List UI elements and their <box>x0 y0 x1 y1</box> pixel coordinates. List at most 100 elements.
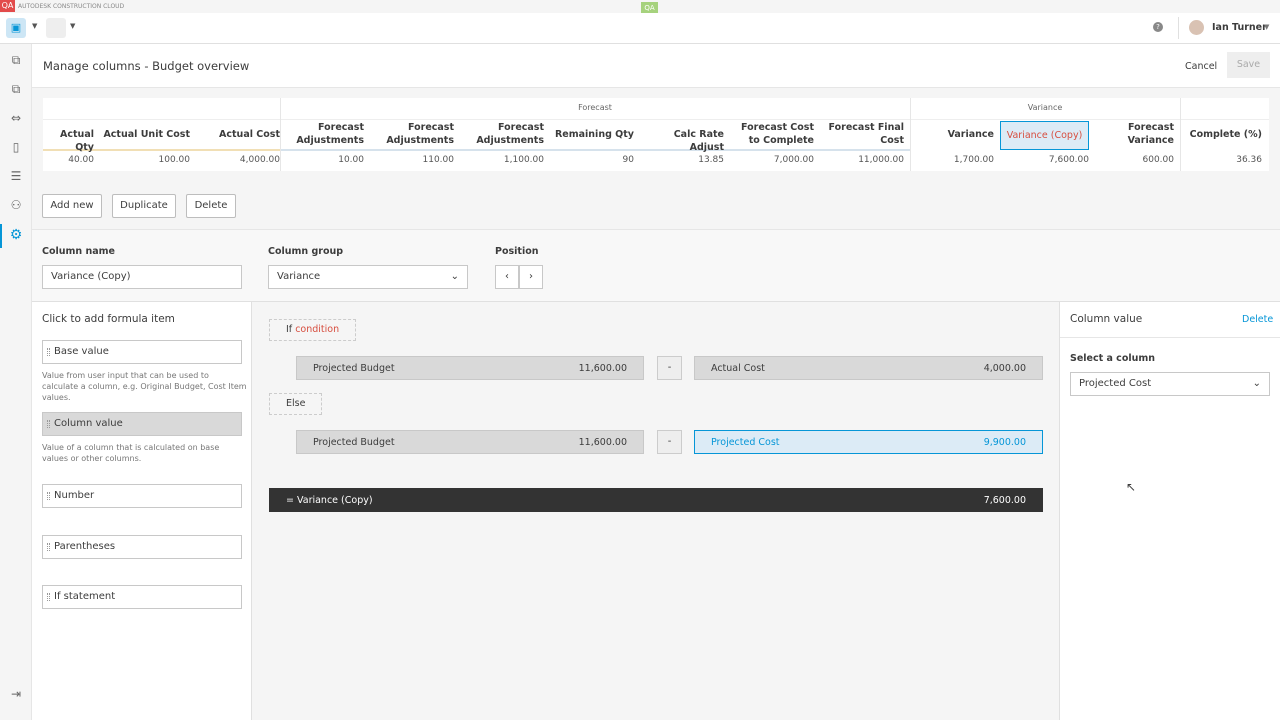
column-header[interactable]: Complete (%) <box>1180 128 1262 141</box>
condition-placeholder[interactable]: condition <box>295 324 339 335</box>
column-header[interactable]: Forecast Adjustments <box>370 121 454 147</box>
user-name[interactable]: Ian Turner <box>1212 22 1267 33</box>
column-header[interactable]: Actual Qty <box>43 128 94 154</box>
formula-result: = Variance (Copy) 7,600.00 <box>269 488 1043 512</box>
cell-value: 7,600.00 <box>1048 155 1089 165</box>
column-name-label: Column name <box>42 246 116 257</box>
code-file-icon[interactable]: ⇔ <box>8 110 24 126</box>
column-header[interactable]: Forecast Adjustments <box>280 121 364 147</box>
formula-item-actual-cost[interactable]: Actual Cost 4,000.00 <box>694 356 1043 380</box>
chevron-down-icon: ⌄ <box>450 271 459 282</box>
cell-value: 1,700.00 <box>953 155 994 165</box>
column-select-value: Projected Cost <box>1079 378 1152 389</box>
cancel-button[interactable]: Cancel <box>1185 61 1217 72</box>
panel-title: Column value <box>1070 313 1143 325</box>
palette-item-column-value[interactable]: Column value <box>42 412 242 436</box>
mouse-cursor: ↖ <box>1126 480 1137 494</box>
collapse-icon[interactable]: ⇥ <box>8 686 24 702</box>
minus-operator[interactable]: - <box>657 430 682 454</box>
column-header[interactable]: Variance (Copy) <box>1000 121 1089 150</box>
formula-item-projected-budget[interactable]: Projected Budget 11,600.00 <box>296 430 644 454</box>
cell-value: 11,000.00 <box>858 155 904 165</box>
duplicate-button[interactable]: Duplicate <box>112 194 176 218</box>
divider <box>1178 17 1179 39</box>
cell-value: 10.00 <box>338 155 364 165</box>
move-right-button[interactable]: › <box>519 265 543 289</box>
delete-button[interactable]: Delete <box>186 194 236 218</box>
help-icon[interactable]: ? <box>1153 22 1163 32</box>
import-icon[interactable]: ⧉ <box>8 52 24 68</box>
chevron-down-icon[interactable]: ▼ <box>32 22 37 30</box>
cell-value: 600.00 <box>1142 155 1175 165</box>
cell-value: 13.85 <box>698 155 724 165</box>
chevron-down-icon[interactable]: ▼ <box>70 22 75 30</box>
column-group-label: Column group <box>268 246 344 257</box>
column-header[interactable]: Forecast Final Cost <box>820 121 904 147</box>
cell-value: 110.00 <box>422 155 455 165</box>
cell-value: 36.36 <box>1236 155 1262 165</box>
palette-title: Click to add formula item <box>42 313 175 325</box>
column-value-panel: Column value Delete Select a column Proj… <box>1059 302 1280 720</box>
column-header[interactable]: Forecast Adjustments <box>460 121 544 147</box>
cell-value: 4,000.00 <box>239 155 280 165</box>
formula-palette <box>32 302 252 720</box>
palette-item-number[interactable]: Number <box>42 484 242 508</box>
columns-preview-table: Forecast Variance Actual Qty 40.00 Actual … <box>43 98 1269 171</box>
page-header: Manage columns - Budget overview Cancel … <box>32 44 1280 88</box>
if-keyword: If <box>286 324 293 335</box>
product-switcher-button[interactable]: ▣ <box>6 18 26 38</box>
else-block[interactable]: Else <box>269 393 323 415</box>
formula-item-projected-cost-selected[interactable]: Projected Cost 9,900.00 <box>694 430 1043 454</box>
move-left-button[interactable]: ‹ <box>495 265 519 289</box>
settings-gear-icon[interactable]: ⚙ <box>8 227 24 243</box>
base-value-description: Value from user input that can be used t… <box>42 371 247 402</box>
brand-strip: AUTODESK CONSTRUCTION CLOUD <box>0 0 1280 13</box>
column-name-input[interactable]: Variance (Copy) <box>42 265 242 289</box>
cell-value: 100.00 <box>158 155 191 165</box>
column-header[interactable]: Actual Cost <box>193 128 280 141</box>
report-icon[interactable]: ☰ <box>8 168 24 184</box>
save-button[interactable]: Save <box>1227 52 1270 78</box>
column-form: Column name Variance (Copy) Column group… <box>32 229 1280 302</box>
chevron-down-icon[interactable]: ▼ <box>1264 23 1269 31</box>
column-header[interactable]: Forecast Cost to Complete <box>730 121 814 147</box>
palette-item-parentheses[interactable]: Parentheses <box>42 535 242 559</box>
minus-operator[interactable]: - <box>657 356 682 380</box>
if-condition-block[interactable]: If condition <box>269 319 357 341</box>
column-header[interactable]: Remaining Qty <box>550 128 634 141</box>
cell-value: 90 <box>622 155 634 165</box>
avatar[interactable] <box>1189 20 1204 35</box>
palette-item-base-value[interactable]: Base value <box>42 340 242 364</box>
document-icon[interactable]: ▯ <box>8 139 24 155</box>
add-new-button[interactable]: Add new <box>42 194 102 218</box>
cell-value: 40.00 <box>68 155 94 165</box>
column-select[interactable]: Projected Cost ⌄ <box>1070 372 1270 396</box>
group-variance: Variance <box>1027 103 1063 112</box>
brand-label: AUTODESK CONSTRUCTION CLOUD <box>18 3 125 10</box>
formula-item-projected-budget[interactable]: Projected Budget 11,600.00 <box>296 356 644 380</box>
column-group-value: Variance <box>277 271 321 282</box>
page-title: Manage columns - Budget overview <box>43 59 250 73</box>
members-icon[interactable]: ⚇ <box>8 197 24 213</box>
project-switcher-button[interactable] <box>46 18 66 38</box>
column-value-description: Value of a column that is calculated on … <box>42 443 220 463</box>
column-group-select[interactable]: Variance ⌄ <box>268 265 468 289</box>
cell-value: 1,100.00 <box>503 155 544 165</box>
top-bar: ▣ ▼ ▼ ? Ian Turner ▼ <box>0 13 1280 44</box>
select-column-label: Select a column <box>1070 353 1156 364</box>
column-header[interactable]: Forecast Variance <box>1090 121 1174 147</box>
qa-badge: QA <box>0 0 15 12</box>
group-forecast: Forecast <box>578 103 612 112</box>
export-icon[interactable]: ⧉ <box>8 81 24 97</box>
cell-value: 7,000.00 <box>773 155 814 165</box>
active-indicator <box>0 224 2 248</box>
column-header[interactable]: Calc Rate Adjust <box>640 128 724 154</box>
group-underline <box>280 149 910 151</box>
column-header[interactable]: Actual Unit Cost <box>103 128 190 141</box>
position-label: Position <box>495 246 539 257</box>
column-header[interactable]: Variance <box>910 128 994 141</box>
panel-delete-link[interactable]: Delete <box>1242 314 1273 325</box>
chevron-down-icon: ⌄ <box>1252 378 1261 389</box>
palette-item-if-statement[interactable]: If statement <box>42 585 242 609</box>
left-rail: ⧉ ⧉ ⇔ ▯ ☰ ⚇ ⚙ ⇥ <box>0 44 32 720</box>
